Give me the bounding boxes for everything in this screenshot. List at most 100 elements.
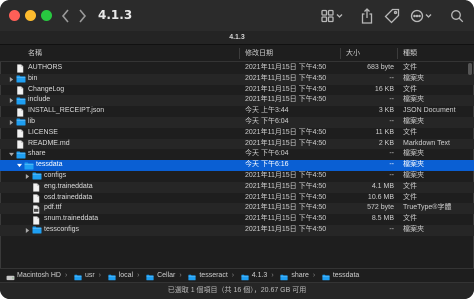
folder-icon — [32, 172, 42, 180]
file-row[interactable]: AUTHORS 2021年11月15日 下午4:50 683 byte 文件 — [0, 63, 474, 74]
path-crumb[interactable]: usr — [74, 269, 95, 283]
path-crumb[interactable]: share — [280, 269, 309, 283]
tags-button[interactable] — [380, 6, 404, 26]
file-size: 16 KB — [374, 85, 394, 93]
column-divider[interactable] — [340, 48, 341, 59]
path-crumb-label: 4.1.3 — [251, 272, 268, 279]
column-date[interactable]: 修改日期 — [245, 45, 273, 62]
search-button[interactable] — [446, 6, 468, 26]
share-button[interactable] — [357, 6, 377, 26]
file-kind: 文件 — [403, 85, 417, 93]
file-row[interactable]: tessconfigs 2021年11月15日 下午4:50 -- 檔案夾 — [0, 225, 474, 236]
disclosure-triangle-right-icon[interactable] — [23, 171, 31, 182]
file-name: pdf.ttf — [44, 204, 62, 212]
disclosure-triangle-down-icon[interactable] — [7, 149, 15, 160]
folder-icon — [146, 273, 154, 280]
file-size: 10.6 MB — [367, 193, 394, 201]
document-icon — [16, 129, 25, 138]
file-size: 2 KB — [378, 139, 394, 147]
folder-icon — [16, 75, 26, 83]
disclosure-triangle-right-icon[interactable] — [7, 117, 15, 128]
file-list: AUTHORS 2021年11月15日 下午4:50 683 byte 文件 bin 20… — [0, 63, 474, 263]
path-crumb[interactable]: tessdata — [322, 269, 359, 283]
disclosure-triangle-right-icon[interactable] — [7, 74, 15, 85]
column-divider[interactable] — [239, 48, 240, 59]
folder-icon — [74, 273, 82, 280]
path-crumb-label: tessdata — [332, 272, 360, 279]
file-date: 2021年11月15日 下午4:50 — [245, 193, 327, 201]
file-row[interactable]: snum.traineddata 2021年11月15日 下午4:50 8.5 MB… — [0, 214, 474, 225]
scrollbar[interactable] — [468, 63, 472, 75]
path-crumb-label: usr — [84, 272, 95, 279]
more-actions-button[interactable] — [407, 6, 437, 26]
path-crumb[interactable]: tesseract — [188, 269, 228, 283]
path-crumb[interactable]: Cellar — [146, 269, 175, 283]
disclosure-triangle-right-icon[interactable] — [7, 95, 15, 106]
minimize-window-button[interactable] — [25, 10, 36, 21]
file-name: eng.traineddata — [44, 182, 93, 190]
file-kind: TrueType®字體 — [403, 204, 452, 212]
column-divider[interactable] — [397, 48, 398, 59]
file-row[interactable]: bin 2021年11月15日 下午4:50 -- 檔案夾 — [0, 73, 474, 85]
chevron-right-icon: › — [312, 272, 316, 279]
file-row[interactable]: pdf.ttf 2021年11月15日 下午4:50 572 byte TrueTyp… — [0, 203, 474, 215]
chevron-right-icon: › — [98, 272, 102, 279]
column-name[interactable]: 名稱 — [28, 45, 42, 62]
file-date: 2021年11月15日 下午4:50 — [245, 204, 327, 212]
file-date: 2021年11月15日 下午4:50 — [245, 226, 327, 233]
column-size[interactable]: 大小 — [346, 45, 360, 62]
file-kind: 檔案夾 — [403, 161, 424, 169]
file-size: -- — [389, 161, 394, 169]
file-size: -- — [389, 226, 394, 233]
file-date: 2021年11月15日 下午4:50 — [245, 96, 327, 104]
file-row[interactable]: LICENSE 2021年11月15日 下午4:50 11 KB 文件 — [0, 128, 474, 139]
close-window-button[interactable] — [9, 10, 20, 21]
file-row[interactable]: INSTALL_RECEIPT.json 今天 上午3:44 3 KB JSON Do… — [0, 106, 474, 117]
disclosure-triangle-down-icon[interactable] — [15, 160, 23, 171]
document-icon — [16, 86, 25, 95]
file-size: 572 byte — [367, 204, 394, 212]
tag-icon — [384, 8, 400, 24]
file-size: 3 KB — [378, 107, 394, 115]
file-date: 2021年11月15日 下午4:50 — [245, 64, 327, 71]
back-button[interactable] — [57, 7, 73, 25]
file-size: 8.5 MB — [371, 215, 394, 223]
file-name: tessdata — [36, 161, 63, 169]
file-row[interactable]: eng.traineddata 2021年11月15日 下午4:50 4.1 MB 文… — [0, 181, 474, 193]
chevron-right-icon — [78, 9, 86, 23]
file-name: lib — [28, 118, 36, 125]
file-row[interactable]: share 今天 下午6:04 -- 檔案夾 — [0, 149, 474, 160]
file-row[interactable]: include 2021年11月15日 下午4:50 -- 檔案夾 — [0, 95, 474, 107]
disclosure-triangle-right-icon[interactable] — [23, 225, 31, 236]
file-row[interactable]: configs 2021年11月15日 下午4:50 -- 檔案夾 — [0, 171, 474, 182]
file-date: 2021年11月15日 下午4:50 — [245, 74, 327, 82]
window-title: 4.1.3 — [98, 8, 133, 22]
forward-button[interactable] — [74, 7, 90, 25]
folder-icon — [188, 273, 196, 280]
path-crumb-label: Cellar — [157, 272, 176, 279]
file-kind: 文件 — [403, 182, 417, 190]
file-kind: 檔案夾 — [403, 150, 424, 158]
chevron-left-icon — [61, 9, 69, 23]
path-crumb[interactable]: 4.1.3 — [241, 269, 268, 283]
file-kind: 檔案夾 — [403, 74, 424, 82]
path-title-strip: 4.1.3 — [0, 31, 474, 45]
folder-icon — [108, 273, 116, 280]
file-size: -- — [389, 172, 394, 179]
path-crumb[interactable]: Macintosh HD — [6, 269, 61, 283]
zoom-window-button[interactable] — [41, 10, 52, 21]
file-kind: 檔案夾 — [403, 172, 424, 179]
path-bar: Macintosh HD › usr › local › Cellar › tesseract ›… — [0, 268, 474, 282]
file-row[interactable]: osd.traineddata 2021年11月15日 下午4:50 10.6 MB… — [0, 193, 474, 204]
file-size: 683 byte — [367, 64, 394, 71]
column-kind[interactable]: 種類 — [403, 45, 417, 62]
file-name: AUTHORS — [28, 64, 63, 71]
file-row[interactable]: ChangeLog 2021年11月15日 下午4:50 16 KB 文件 — [0, 85, 474, 96]
file-date: 2021年11月15日 下午4:50 — [245, 128, 327, 136]
file-row[interactable]: tessdata 今天 下午6:16 -- 檔案夾 — [0, 160, 474, 171]
path-crumb[interactable]: local — [108, 269, 133, 283]
view-options-button[interactable] — [320, 6, 360, 26]
file-row[interactable]: README.md 2021年11月15日 下午4:50 2 KB Markdown … — [0, 138, 474, 150]
file-row[interactable]: lib 今天 下午6:04 -- 檔案夾 — [0, 117, 474, 128]
folder-icon — [241, 273, 249, 280]
